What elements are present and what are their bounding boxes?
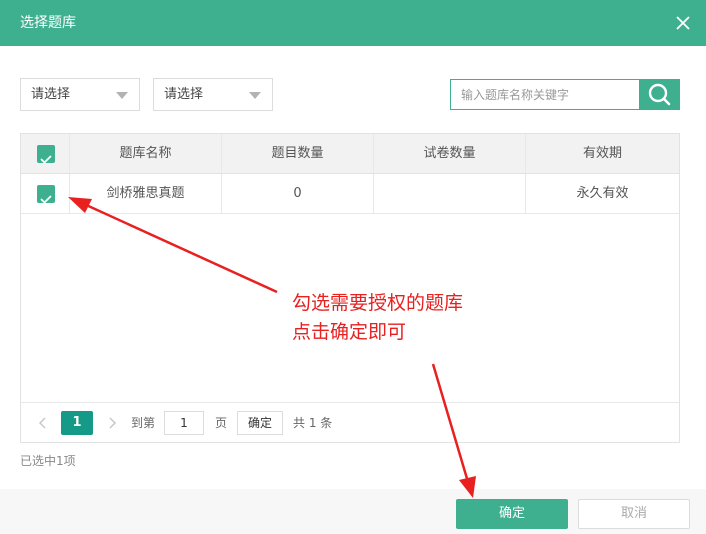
chevron-down-icon: [116, 92, 128, 99]
filter-select-2-label: 请选择: [164, 87, 204, 102]
total-count: 共 1 条: [293, 416, 333, 430]
goto-label: 到第: [131, 416, 156, 430]
header-question-count: 题目数量: [222, 134, 374, 173]
close-icon[interactable]: [674, 14, 692, 32]
header-validity: 有效期: [582, 146, 622, 161]
page-go-button[interactable]: 确定: [237, 411, 283, 435]
select-all-checkbox[interactable]: [37, 145, 55, 164]
page-input[interactable]: 1: [164, 411, 204, 435]
search-input[interactable]: 输入题库名称关键字: [450, 79, 640, 110]
chevron-left-icon[interactable]: [37, 416, 49, 430]
page-current[interactable]: 1: [61, 411, 93, 435]
filter-select-1[interactable]: 请选择: [20, 78, 140, 111]
annotation-line-2: 点击确定即可: [292, 321, 407, 343]
filter-select-2[interactable]: 请选择: [153, 78, 273, 111]
table-row[interactable]: 剑桥雅思真题 0 永久有效: [21, 174, 679, 214]
row-question-count: 0: [222, 174, 374, 213]
header-name: 题库名称: [70, 134, 222, 173]
search-button[interactable]: [639, 79, 680, 110]
search-placeholder: 输入题库名称关键字: [461, 88, 570, 102]
annotation-line-1: 勾选需要授权的题库: [292, 292, 464, 314]
chevron-right-icon[interactable]: [106, 416, 118, 430]
annotation-text: 勾选需要授权的题库 点击确定即可: [292, 289, 463, 347]
search-icon: [648, 83, 671, 106]
page-unit-label: 页: [215, 416, 228, 430]
chevron-down-icon: [249, 92, 261, 99]
pagination: 1 到第 1 页 确定 共 1 条: [21, 402, 679, 442]
row-name: 剑桥雅思真题: [70, 174, 222, 213]
check-icon: [40, 155, 52, 164]
row-checkbox[interactable]: [37, 185, 55, 204]
selection-info: 已选中1项: [20, 454, 76, 468]
dialog-titlebar: 选择题库: [0, 0, 706, 46]
ok-button[interactable]: 确定: [456, 499, 568, 529]
row-paper-count: [374, 174, 526, 213]
filter-select-1-label: 请选择: [31, 87, 71, 102]
row-validity: 永久有效: [576, 186, 629, 201]
cancel-button[interactable]: 取消: [578, 499, 690, 529]
dialog-title: 选择题库: [20, 15, 76, 31]
table-header: 题库名称 题目数量 试卷数量 有效期: [21, 134, 679, 174]
header-paper-count: 试卷数量: [374, 134, 526, 173]
check-icon: [40, 195, 52, 204]
question-bank-table: 题库名称 题目数量 试卷数量 有效期 剑桥雅思真题 0 永久有效 1 到第 1 …: [20, 133, 680, 443]
